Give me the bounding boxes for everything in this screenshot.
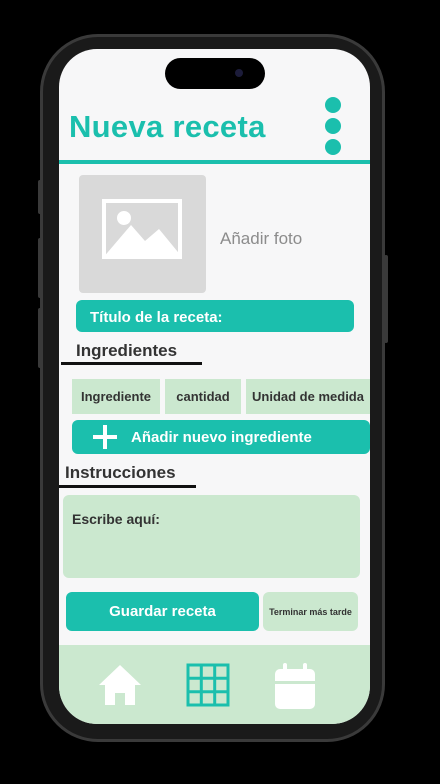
calendar-icon[interactable]: [273, 663, 317, 716]
side-button-mute: [38, 180, 42, 214]
add-ingredient-button[interactable]: Añadir nuevo ingrediente: [72, 420, 370, 454]
dynamic-island: [165, 58, 265, 89]
ingredients-underline: [61, 362, 202, 365]
finish-later-button[interactable]: Terminar más tarde: [263, 592, 358, 631]
ingredient-unit-field[interactable]: Unidad de medida: [246, 379, 370, 414]
ingredient-name-field[interactable]: Ingrediente: [72, 379, 160, 414]
side-button-power: [384, 255, 388, 343]
save-recipe-button[interactable]: Guardar receta: [66, 592, 259, 631]
grid-icon[interactable]: [186, 663, 230, 712]
instructions-textarea[interactable]: Escribe aquí:: [63, 495, 360, 578]
page-title: Nueva receta: [69, 109, 266, 144]
camera-icon: [235, 69, 243, 77]
side-button-volume-up: [38, 238, 42, 298]
instructions-underline: [59, 485, 196, 488]
home-icon[interactable]: [97, 663, 143, 712]
more-vertical-icon[interactable]: [323, 97, 343, 159]
add-photo-label[interactable]: Añadir foto: [220, 229, 302, 249]
instructions-placeholder: Escribe aquí:: [72, 511, 160, 527]
image-placeholder-icon: [102, 199, 182, 259]
photo-upload[interactable]: [79, 175, 206, 293]
header-divider: [59, 160, 370, 164]
plus-icon: [92, 424, 118, 450]
side-button-volume-down: [38, 308, 42, 368]
instructions-heading: Instrucciones: [65, 463, 176, 482]
add-ingredient-label: Añadir nuevo ingrediente: [131, 428, 312, 446]
bottom-nav: [59, 645, 370, 724]
ingredients-heading: Ingredientes: [76, 341, 178, 360]
ingredient-quantity-field[interactable]: cantidad: [165, 379, 241, 414]
recipe-title-field[interactable]: Título de la receta:: [76, 300, 354, 332]
app-screen: Nueva receta Añadir foto Título de la re…: [59, 49, 370, 724]
